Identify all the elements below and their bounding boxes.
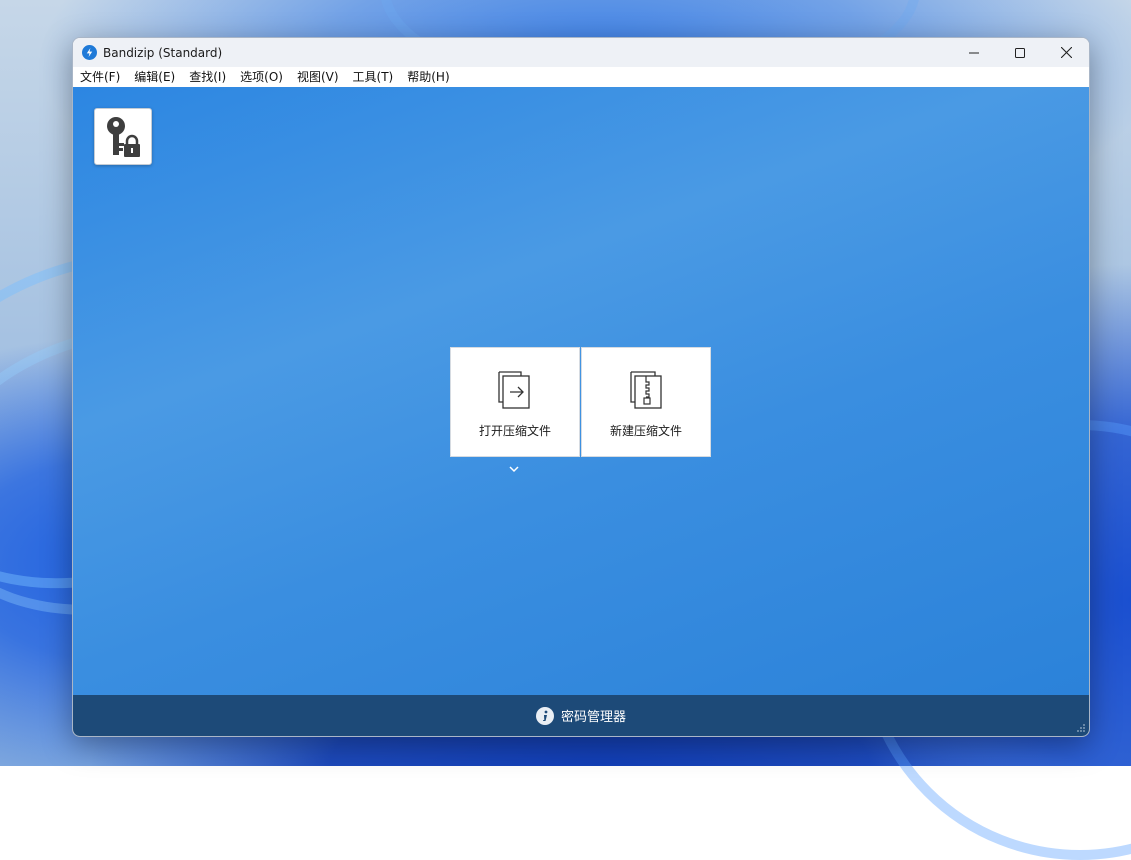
minimize-icon xyxy=(969,52,979,53)
open-archive-tile[interactable]: 打开压缩文件 xyxy=(450,347,580,457)
new-archive-icon xyxy=(630,371,662,409)
new-archive-tile[interactable]: 新建压缩文件 xyxy=(581,347,711,457)
bandizip-logo-icon xyxy=(82,45,97,60)
window-controls xyxy=(951,38,1089,67)
new-archive-label: 新建压缩文件 xyxy=(609,424,682,438)
menu-edit[interactable]: 编辑(E) xyxy=(127,67,182,87)
info-icon xyxy=(535,706,554,725)
status-bar: 密码管理器 xyxy=(73,695,1089,736)
menu-bar: 文件(F) 编辑(E) 查找(I) 选项(O) 视图(V) 工具(T) 帮助(H… xyxy=(73,67,1089,87)
key-lock-icon xyxy=(107,116,140,157)
menu-file[interactable]: 文件(F) xyxy=(73,67,127,87)
menu-tools[interactable]: 工具(T) xyxy=(346,67,401,87)
password-manager-tool-button[interactable] xyxy=(94,108,152,165)
maximize-icon xyxy=(1015,47,1025,58)
close-icon xyxy=(1060,47,1072,58)
minimize-button[interactable] xyxy=(951,38,997,67)
window-title: Bandizip (Standard) xyxy=(103,45,223,60)
title-bar[interactable]: Bandizip (Standard) xyxy=(73,38,1089,67)
chevron-down-icon xyxy=(509,466,519,473)
close-button[interactable] xyxy=(1043,38,1089,67)
status-text: 密码管理器 xyxy=(560,710,626,725)
open-archive-icon xyxy=(498,371,530,409)
menu-view[interactable]: 视图(V) xyxy=(290,67,346,87)
menu-options[interactable]: 选项(O) xyxy=(233,67,290,87)
resize-grip-icon[interactable] xyxy=(1076,723,1086,733)
menu-find[interactable]: 查找(I) xyxy=(182,67,233,87)
open-archive-dropdown[interactable] xyxy=(508,459,520,473)
maximize-button[interactable] xyxy=(997,38,1043,67)
open-archive-label: 打开压缩文件 xyxy=(478,424,551,438)
app-window: Bandizip (Standard) 文件(F) 编辑(E) 查找(I) 选项… xyxy=(72,37,1090,737)
menu-help[interactable]: 帮助(H) xyxy=(400,67,456,87)
password-manager-link[interactable]: 密码管理器 xyxy=(535,706,626,725)
main-area: 打开压缩文件 新建压缩文件 xyxy=(73,87,1089,695)
